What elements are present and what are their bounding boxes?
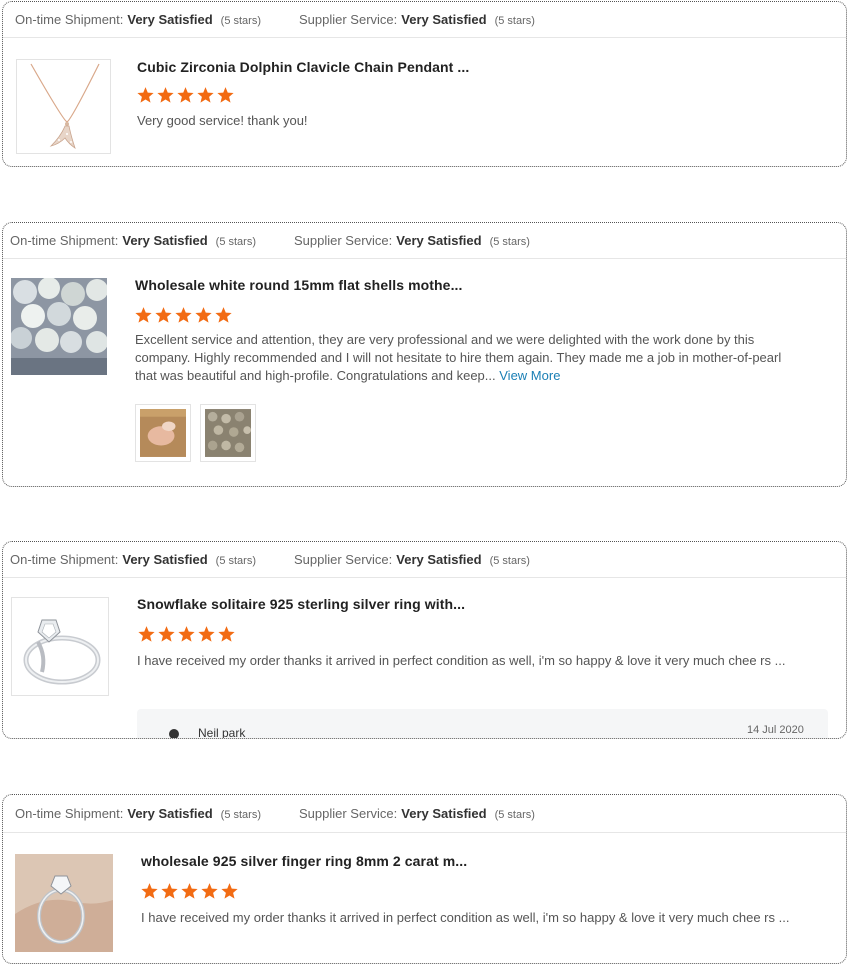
star-icon xyxy=(218,626,235,642)
review-card: On-time Shipment: Very Satisfied (5 star… xyxy=(2,541,847,739)
shipment-value: Very Satisfied xyxy=(127,12,213,27)
review-text: Very good service! thank you! xyxy=(137,113,308,128)
review-text: Excellent service and attention, they ar… xyxy=(135,331,785,385)
review-card: On-time Shipment: Very Satisfied (5 star… xyxy=(2,1,847,167)
shipment-stars: (5 stars) xyxy=(215,236,256,248)
product-title[interactable]: wholesale 925 silver finger ring 8mm 2 c… xyxy=(141,853,467,869)
product-thumbnail[interactable] xyxy=(15,854,113,952)
shipment-value: Very Satisfied xyxy=(122,552,208,567)
service-value: Very Satisfied xyxy=(401,12,487,27)
shipment-rating: On-time Shipment: Very Satisfied (5 star… xyxy=(10,552,256,567)
shipment-rating: On-time Shipment: Very Satisfied (5 star… xyxy=(10,233,256,248)
review-card: On-time Shipment: Very Satisfied (5 star… xyxy=(2,794,847,964)
shipment-stars: (5 stars) xyxy=(215,555,256,567)
star-icon xyxy=(198,626,215,642)
service-stars: (5 stars) xyxy=(494,809,535,821)
review-ratings-header: On-time Shipment: Very Satisfied (5 star… xyxy=(3,2,846,38)
review-ratings-header: On-time Shipment: Very Satisfied (5 star… xyxy=(3,223,846,259)
star-icon xyxy=(175,307,192,323)
product-title[interactable]: Snowflake solitaire 925 sterling silver … xyxy=(137,596,465,612)
star-icon xyxy=(221,883,238,899)
review-text-body: Excellent service and attention, they ar… xyxy=(135,332,782,383)
shipment-stars: (5 stars) xyxy=(220,809,261,821)
shipment-stars: (5 stars) xyxy=(220,15,261,27)
star-icon xyxy=(138,626,155,642)
star-rating xyxy=(136,86,235,104)
ring-image xyxy=(23,619,101,685)
view-more-link[interactable]: View More xyxy=(499,368,560,383)
star-icon xyxy=(135,307,152,323)
star-icon xyxy=(161,883,178,899)
shipment-label: On-time Shipment: xyxy=(10,552,119,567)
shipment-label: On-time Shipment: xyxy=(15,12,124,27)
shipment-rating: On-time Shipment: Very Satisfied (5 star… xyxy=(15,12,261,27)
review-ratings-header: On-time Shipment: Very Satisfied (5 star… xyxy=(3,795,846,833)
star-icon xyxy=(181,883,198,899)
star-rating xyxy=(134,306,233,324)
product-thumbnail[interactable] xyxy=(11,278,107,375)
service-rating: Supplier Service: Very Satisfied (5 star… xyxy=(299,12,535,27)
review-text: I have received my order thanks it arriv… xyxy=(137,653,786,668)
review-photo[interactable] xyxy=(200,404,256,462)
star-icon xyxy=(197,87,214,103)
shipment-rating: On-time Shipment: Very Satisfied (5 star… xyxy=(15,806,261,821)
service-label: Supplier Service: xyxy=(294,233,393,248)
service-label: Supplier Service: xyxy=(299,12,398,27)
shipment-value: Very Satisfied xyxy=(122,233,208,248)
star-icon xyxy=(217,87,234,103)
star-icon xyxy=(201,883,218,899)
service-rating: Supplier Service: Very Satisfied (5 star… xyxy=(299,806,535,821)
review-photo-shells-image xyxy=(205,409,251,457)
review-card: On-time Shipment: Very Satisfied (5 star… xyxy=(2,222,847,487)
reply-date: 14 Jul 2020 xyxy=(747,724,804,736)
star-icon xyxy=(137,87,154,103)
star-icon xyxy=(177,87,194,103)
product-title[interactable]: Wholesale white round 15mm flat shells m… xyxy=(135,277,463,293)
service-stars: (5 stars) xyxy=(494,15,535,27)
product-title[interactable]: Cubic Zirconia Dolphin Clavicle Chain Pe… xyxy=(137,59,469,75)
service-value: Very Satisfied xyxy=(401,806,487,821)
star-icon xyxy=(178,626,195,642)
star-icon xyxy=(195,307,212,323)
review-photo[interactable] xyxy=(135,404,191,462)
service-rating: Supplier Service: Very Satisfied (5 star… xyxy=(294,233,530,248)
product-thumbnail[interactable] xyxy=(16,59,111,154)
star-icon xyxy=(141,883,158,899)
star-icon xyxy=(158,626,175,642)
star-icon xyxy=(157,87,174,103)
reply-author-name: Neil park xyxy=(198,726,246,739)
service-stars: (5 stars) xyxy=(489,236,530,248)
pendant-image xyxy=(30,63,100,149)
service-label: Supplier Service: xyxy=(299,806,398,821)
service-label: Supplier Service: xyxy=(294,552,393,567)
service-rating: Supplier Service: Very Satisfied (5 star… xyxy=(294,552,530,567)
product-thumbnail[interactable] xyxy=(11,597,109,696)
user-avatar-icon xyxy=(169,729,179,738)
review-ratings-header: On-time Shipment: Very Satisfied (5 star… xyxy=(3,542,846,578)
star-rating xyxy=(140,882,239,900)
star-rating xyxy=(137,625,236,643)
service-stars: (5 stars) xyxy=(489,555,530,567)
finger-ring-image xyxy=(15,854,113,952)
shells-image xyxy=(11,278,107,375)
review-photo-hand-image xyxy=(140,409,186,457)
star-icon xyxy=(155,307,172,323)
service-value: Very Satisfied xyxy=(396,552,482,567)
shipment-label: On-time Shipment: xyxy=(15,806,124,821)
service-value: Very Satisfied xyxy=(396,233,482,248)
star-icon xyxy=(215,307,232,323)
review-text: I have received my order thanks it arriv… xyxy=(141,910,790,925)
supplier-reply: Neil park 14 Jul 2020 xyxy=(137,709,828,739)
shipment-value: Very Satisfied xyxy=(127,806,213,821)
shipment-label: On-time Shipment: xyxy=(10,233,119,248)
